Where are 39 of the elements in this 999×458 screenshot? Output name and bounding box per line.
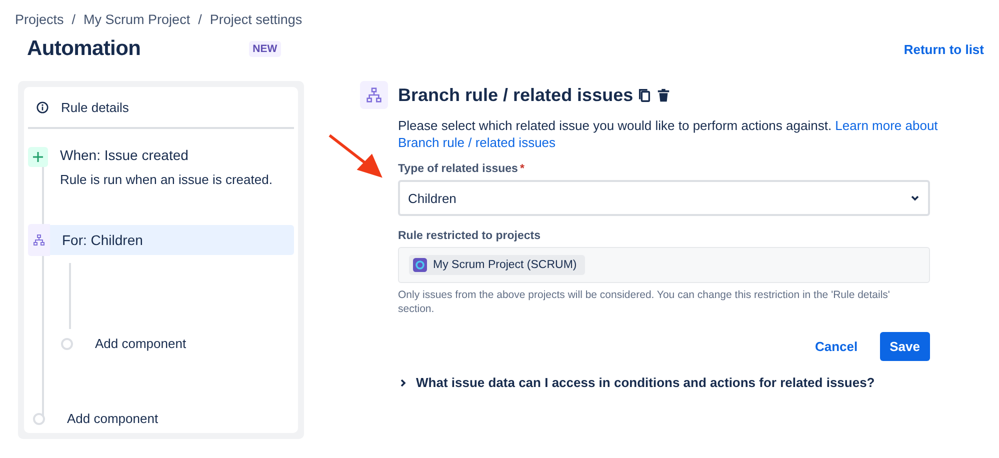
rule-step[interactable]: For: Children bbox=[28, 225, 294, 255]
trash-icon[interactable] bbox=[656, 88, 672, 102]
breadcrumb-link[interactable]: My Scrum Project bbox=[84, 12, 190, 27]
cancel-button[interactable]: Cancel bbox=[804, 332, 868, 361]
new-badge: NEW bbox=[248, 41, 282, 57]
empty-circle-icon bbox=[33, 412, 45, 424]
help-text: Only issues from the above projects will be considered. You can change this restriction in the 'Rule details' section. bbox=[398, 288, 891, 316]
rule-step[interactable]: When: Issue created Rule is run when an issue is created. bbox=[28, 145, 294, 225]
projects-field[interactable]: My Scrum Project (SCRUM) bbox=[398, 247, 930, 283]
project-avatar-icon bbox=[413, 258, 427, 272]
field-label: Type of related issues * bbox=[398, 163, 526, 175]
required-mark: * bbox=[520, 163, 524, 175]
breadcrumb-separator: / bbox=[72, 12, 76, 27]
project-tag: My Scrum Project (SCRUM) bbox=[409, 255, 585, 275]
save-button[interactable]: Save bbox=[880, 332, 930, 361]
step-description: Rule is run when an issue is created. bbox=[60, 172, 272, 187]
type-select[interactable]: Children bbox=[398, 180, 930, 216]
plus-icon bbox=[28, 147, 48, 167]
description-text: Please select which related issue you would like to perform actions against. Learn more about Branch rule / related issues bbox=[398, 117, 938, 151]
rule-details-item[interactable]: Rule details bbox=[28, 87, 294, 129]
hierarchy-icon bbox=[28, 224, 50, 256]
help-link[interactable]: Learn more about bbox=[835, 118, 938, 133]
add-component-item[interactable]: Add component bbox=[28, 409, 294, 428]
breadcrumb-separator: / bbox=[198, 12, 202, 27]
expander-toggle[interactable]: What issue data can I access in conditions and actions for related issues? bbox=[398, 375, 930, 390]
page-title: Automation bbox=[27, 37, 141, 61]
copy-icon[interactable] bbox=[637, 88, 652, 102]
field-label: Rule restricted to projects bbox=[398, 230, 542, 242]
editor-title: Branch rule / related issues bbox=[398, 84, 634, 106]
info-icon bbox=[36, 100, 49, 114]
help-link[interactable]: Branch rule / related issues bbox=[398, 135, 556, 150]
breadcrumb-link[interactable]: Projects bbox=[15, 12, 64, 27]
return-link[interactable]: Return to list bbox=[904, 42, 984, 56]
chevron-down-icon bbox=[910, 193, 920, 203]
empty-circle-icon bbox=[61, 338, 73, 350]
hierarchy-icon bbox=[360, 81, 388, 109]
arrow-drawing bbox=[328, 133, 384, 181]
breadcrumb-link[interactable]: Project settings bbox=[210, 12, 302, 27]
add-component-item[interactable]: Add component bbox=[56, 334, 186, 353]
